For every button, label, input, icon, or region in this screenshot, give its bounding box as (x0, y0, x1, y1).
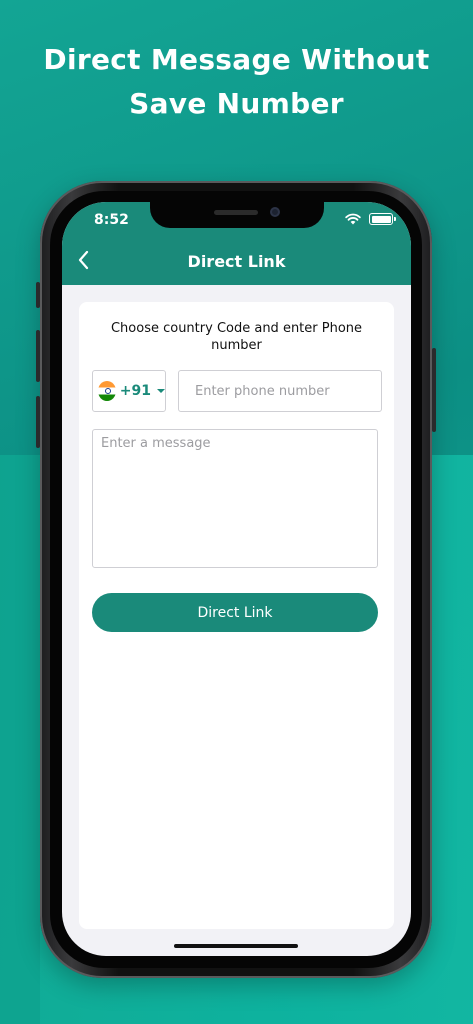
country-code-picker[interactable]: +91 (92, 370, 166, 412)
page-title: Direct Link (187, 252, 286, 271)
battery-icon (369, 213, 396, 225)
front-camera (270, 207, 280, 217)
phone-screen: 8:52 Direct Link Choose country Code and… (62, 202, 411, 956)
message-input[interactable] (92, 429, 378, 568)
wifi-icon (345, 213, 361, 225)
direct-link-form: Choose country Code and enter Phone numb… (79, 302, 394, 929)
phone-silent-switch (36, 282, 40, 308)
form-instruction: Choose country Code and enter Phone numb… (110, 321, 363, 353)
caret-down-icon (157, 389, 165, 393)
phone-power-button (432, 348, 436, 432)
phone-volume-up (36, 330, 40, 382)
phone-volume-down (36, 396, 40, 448)
india-flag-icon (98, 381, 116, 401)
promo-headline-line1: Direct Message Without (43, 43, 430, 76)
direct-link-button[interactable]: Direct Link (92, 593, 378, 632)
background-band-left (0, 455, 40, 1024)
home-indicator (174, 944, 298, 948)
country-code-label: +91 (119, 383, 151, 399)
promo-headline: Direct Message Without Save Number (0, 38, 473, 126)
promo-headline-line2: Save Number (129, 87, 344, 120)
notch (150, 202, 324, 228)
status-time: 8:52 (94, 212, 129, 228)
status-icons (345, 213, 396, 225)
speaker (214, 210, 258, 215)
phone-number-input[interactable] (178, 370, 382, 412)
